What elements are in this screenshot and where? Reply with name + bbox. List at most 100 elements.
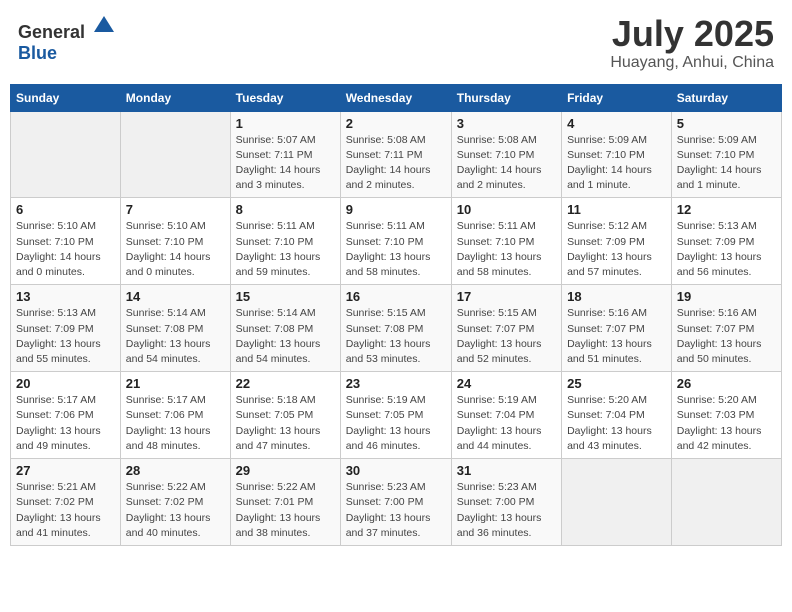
calendar-cell: 7Sunrise: 5:10 AMSunset: 7:10 PMDaylight…: [120, 198, 230, 285]
day-number: 11: [567, 202, 666, 217]
calendar-cell: 30 Sunrise: 5:23 AMSunset: 7:00 PMDayligh…: [340, 459, 451, 546]
day-details: Sunrise: 5:11 AMSunset: 7:10 PMDaylight:…: [236, 219, 335, 280]
calendar-cell: 2 Sunrise: 5:08 AMSunset: 7:11 PMDaylight…: [340, 111, 451, 198]
calendar-cell: 6Sunrise: 5:10 AMSunset: 7:10 PMDaylight…: [11, 198, 121, 285]
day-details: Sunrise: 5:15 AMSunset: 7:07 PMDaylight:…: [457, 306, 556, 367]
day-number: 12: [677, 202, 776, 217]
day-details: Sunrise: 5:22 AMSunset: 7:01 PMDaylight:…: [236, 480, 335, 541]
day-number: 5: [677, 116, 776, 131]
day-details: Sunrise: 5:13 AMSunset: 7:09 PMDaylight:…: [677, 219, 776, 280]
day-number: 22: [236, 376, 335, 391]
day-details: Sunrise: 5:23 AMSunset: 7:00 PMDaylight:…: [457, 480, 556, 541]
day-details: Sunrise: 5:18 AMSunset: 7:05 PMDaylight:…: [236, 393, 335, 454]
day-number: 18: [567, 289, 666, 304]
day-number: 2: [346, 116, 446, 131]
day-details: Sunrise: 5:23 AMSunset: 7:00 PMDaylight:…: [346, 480, 446, 541]
day-details: Sunrise: 5:17 AMSunset: 7:06 PMDaylight:…: [126, 393, 225, 454]
day-details: Sunrise: 5:12 AMSunset: 7:09 PMDaylight:…: [567, 219, 666, 280]
day-number: 7: [126, 202, 225, 217]
day-details: Sunrise: 5:22 AMSunset: 7:02 PMDaylight:…: [126, 480, 225, 541]
day-details: Sunrise: 5:14 AMSunset: 7:08 PMDaylight:…: [236, 306, 335, 367]
weekday-header-wednesday: Wednesday: [340, 84, 451, 111]
title-block: July 2025 Huayang, Anhui, China: [610, 14, 774, 72]
day-number: 28: [126, 463, 225, 478]
calendar-cell: 25Sunrise: 5:20 AMSunset: 7:04 PMDayligh…: [562, 372, 672, 459]
calendar-cell: 9Sunrise: 5:11 AMSunset: 7:10 PMDaylight…: [340, 198, 451, 285]
page-header: General Blue July 2025 Huayang, Anhui, C…: [10, 10, 782, 76]
day-details: Sunrise: 5:17 AMSunset: 7:06 PMDaylight:…: [16, 393, 115, 454]
day-details: Sunrise: 5:21 AMSunset: 7:02 PMDaylight:…: [16, 480, 115, 541]
calendar-cell: [562, 459, 672, 546]
calendar-cell: 26 Sunrise: 5:20 AMSunset: 7:03 PMDayligh…: [671, 372, 781, 459]
day-details: Sunrise: 5:09 AMSunset: 7:10 PMDaylight:…: [677, 133, 776, 194]
weekday-header-thursday: Thursday: [451, 84, 561, 111]
day-number: 1: [236, 116, 335, 131]
day-details: Sunrise: 5:07 AMSunset: 7:11 PMDaylight:…: [236, 133, 335, 194]
calendar-cell: 27Sunrise: 5:21 AMSunset: 7:02 PMDayligh…: [11, 459, 121, 546]
day-details: Sunrise: 5:19 AMSunset: 7:05 PMDaylight:…: [346, 393, 446, 454]
weekday-header-row: SundayMondayTuesdayWednesdayThursdayFrid…: [11, 84, 782, 111]
day-details: Sunrise: 5:11 AMSunset: 7:10 PMDaylight:…: [457, 219, 556, 280]
day-number: 31: [457, 463, 556, 478]
logo-general: General: [18, 22, 85, 42]
day-details: Sunrise: 5:15 AMSunset: 7:08 PMDaylight:…: [346, 306, 446, 367]
calendar-cell: 8 Sunrise: 5:11 AMSunset: 7:10 PMDaylight…: [230, 198, 340, 285]
logo: General Blue: [18, 14, 116, 64]
weekday-header-monday: Monday: [120, 84, 230, 111]
day-details: Sunrise: 5:08 AMSunset: 7:11 PMDaylight:…: [346, 133, 446, 194]
calendar-cell: [120, 111, 230, 198]
calendar-cell: 20 Sunrise: 5:17 AMSunset: 7:06 PMDayligh…: [11, 372, 121, 459]
weekday-header-sunday: Sunday: [11, 84, 121, 111]
day-number: 21: [126, 376, 225, 391]
calendar-cell: [671, 459, 781, 546]
day-details: Sunrise: 5:19 AMSunset: 7:04 PMDaylight:…: [457, 393, 556, 454]
day-details: Sunrise: 5:14 AMSunset: 7:08 PMDaylight:…: [126, 306, 225, 367]
day-details: Sunrise: 5:08 AMSunset: 7:10 PMDaylight:…: [457, 133, 556, 194]
week-row-4: 20 Sunrise: 5:17 AMSunset: 7:06 PMDayligh…: [11, 372, 782, 459]
calendar-cell: 17 Sunrise: 5:15 AMSunset: 7:07 PMDayligh…: [451, 285, 561, 372]
day-details: Sunrise: 5:20 AMSunset: 7:03 PMDaylight:…: [677, 393, 776, 454]
calendar-cell: 15 Sunrise: 5:14 AMSunset: 7:08 PMDayligh…: [230, 285, 340, 372]
week-row-2: 6Sunrise: 5:10 AMSunset: 7:10 PMDaylight…: [11, 198, 782, 285]
day-number: 16: [346, 289, 446, 304]
week-row-5: 27Sunrise: 5:21 AMSunset: 7:02 PMDayligh…: [11, 459, 782, 546]
calendar-cell: 13Sunrise: 5:13 AMSunset: 7:09 PMDayligh…: [11, 285, 121, 372]
calendar-cell: 1 Sunrise: 5:07 AMSunset: 7:11 PMDaylight…: [230, 111, 340, 198]
day-details: Sunrise: 5:11 AMSunset: 7:10 PMDaylight:…: [346, 219, 446, 280]
day-number: 10: [457, 202, 556, 217]
calendar-cell: 12 Sunrise: 5:13 AMSunset: 7:09 PMDayligh…: [671, 198, 781, 285]
calendar-cell: 28 Sunrise: 5:22 AMSunset: 7:02 PMDayligh…: [120, 459, 230, 546]
day-number: 3: [457, 116, 556, 131]
calendar-cell: 31 Sunrise: 5:23 AMSunset: 7:00 PMDayligh…: [451, 459, 561, 546]
logo-block: General Blue: [18, 14, 116, 64]
calendar-cell: 21 Sunrise: 5:17 AMSunset: 7:06 PMDayligh…: [120, 372, 230, 459]
day-number: 8: [236, 202, 335, 217]
calendar-subtitle: Huayang, Anhui, China: [610, 54, 774, 72]
calendar-cell: 3 Sunrise: 5:08 AMSunset: 7:10 PMDaylight…: [451, 111, 561, 198]
day-number: 4: [567, 116, 666, 131]
calendar-cell: 11 Sunrise: 5:12 AMSunset: 7:09 PMDayligh…: [562, 198, 672, 285]
calendar-title: July 2025: [610, 14, 774, 54]
day-number: 14: [126, 289, 225, 304]
day-details: Sunrise: 5:09 AMSunset: 7:10 PMDaylight:…: [567, 133, 666, 194]
day-details: Sunrise: 5:13 AMSunset: 7:09 PMDaylight:…: [16, 306, 115, 367]
week-row-1: 1 Sunrise: 5:07 AMSunset: 7:11 PMDaylight…: [11, 111, 782, 198]
day-number: 17: [457, 289, 556, 304]
day-number: 15: [236, 289, 335, 304]
day-number: 30: [346, 463, 446, 478]
calendar-cell: 18Sunrise: 5:16 AMSunset: 7:07 PMDayligh…: [562, 285, 672, 372]
calendar-cell: 5 Sunrise: 5:09 AMSunset: 7:10 PMDaylight…: [671, 111, 781, 198]
day-number: 29: [236, 463, 335, 478]
day-number: 24: [457, 376, 556, 391]
calendar-cell: 24 Sunrise: 5:19 AMSunset: 7:04 PMDayligh…: [451, 372, 561, 459]
calendar-cell: 10 Sunrise: 5:11 AMSunset: 7:10 PMDayligh…: [451, 198, 561, 285]
logo-blue: Blue: [18, 43, 57, 63]
calendar-cell: 22 Sunrise: 5:18 AMSunset: 7:05 PMDayligh…: [230, 372, 340, 459]
day-number: 20: [16, 376, 115, 391]
weekday-header-saturday: Saturday: [671, 84, 781, 111]
logo-icon: [92, 14, 116, 38]
weekday-header-friday: Friday: [562, 84, 672, 111]
week-row-3: 13Sunrise: 5:13 AMSunset: 7:09 PMDayligh…: [11, 285, 782, 372]
day-number: 26: [677, 376, 776, 391]
day-details: Sunrise: 5:16 AMSunset: 7:07 PMDaylight:…: [677, 306, 776, 367]
